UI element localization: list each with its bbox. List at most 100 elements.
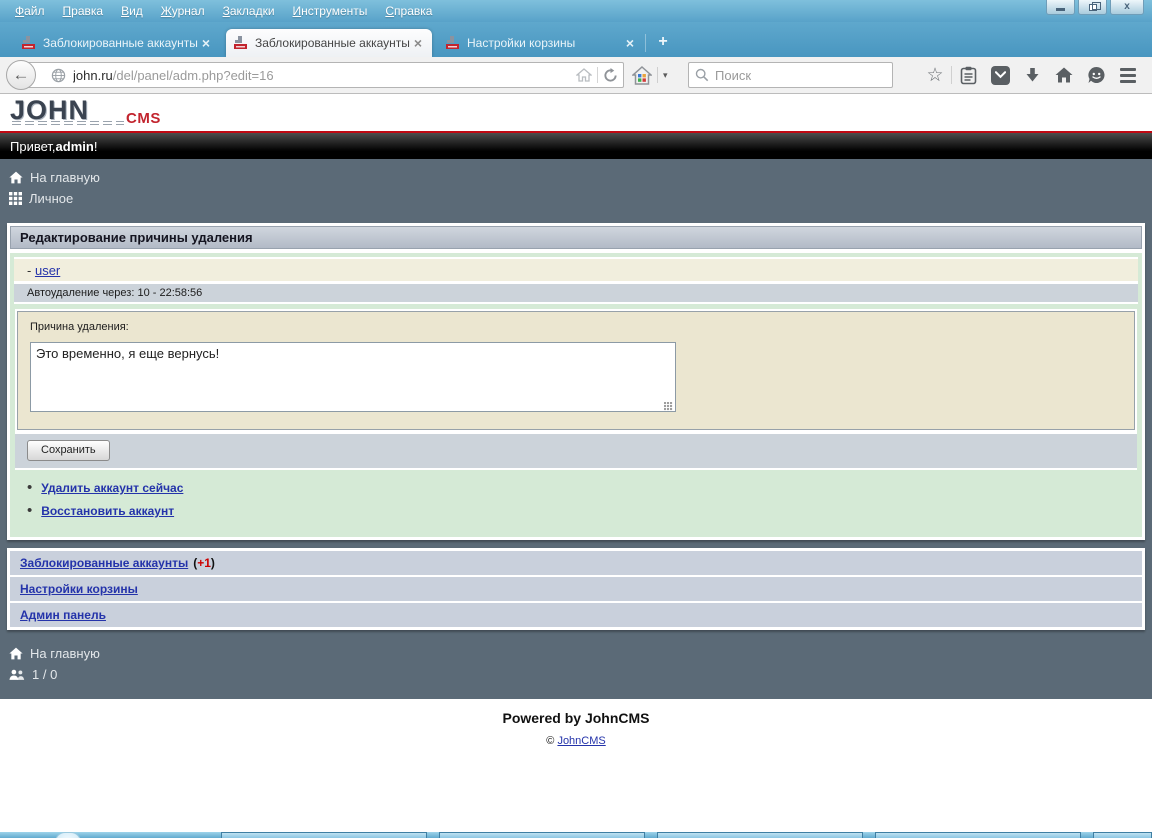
user-link[interactable]: user [35, 263, 60, 278]
bullet-icon: • [27, 483, 32, 493]
tab-title: Заблокированные аккаунты [255, 36, 411, 50]
greeting-suffix: ! [94, 139, 98, 154]
back-icon: ← [13, 65, 30, 85]
copyright-link[interactable]: JohnCMS [557, 735, 605, 747]
chevron-down-icon: ▾ [657, 67, 668, 83]
browser-toolbar: ← john.ru/del/panel/adm.php?edit=16 ▾ По… [0, 57, 1152, 94]
search-input[interactable]: Поиск [688, 62, 893, 88]
reason-textarea[interactable]: Это временно, я еще вернусь! [30, 342, 676, 412]
johncms-favicon [233, 36, 249, 50]
menu-history[interactable]: Журнал [152, 1, 214, 21]
home-icon[interactable] [1048, 62, 1080, 88]
toolbar-icons: ☆ [919, 62, 1144, 88]
taskbar-button[interactable] [657, 832, 863, 838]
tab-title: Настройки корзины [467, 36, 623, 50]
browser-tabbar: Заблокированные аккаунты × Заблокированн… [0, 22, 1152, 57]
home-icon [9, 171, 23, 184]
hamburger-menu-icon[interactable] [1112, 62, 1144, 88]
powered-by: Powered by JohnCMS [0, 699, 1152, 726]
menu-row-trash-settings[interactable]: Настройки корзины [10, 577, 1142, 601]
back-button[interactable]: ← [6, 60, 36, 90]
window-controls: x [1043, 0, 1144, 15]
download-icon[interactable] [1016, 62, 1048, 88]
panel-body: - user Автоудаление через: 10 - 22:58:56… [10, 253, 1142, 537]
menu-help[interactable]: Справка [376, 1, 441, 21]
nav-personal-link[interactable]: Личное [0, 188, 1152, 209]
tab-blocked-accounts-1[interactable]: Заблокированные аккаунты × [14, 29, 220, 57]
menu-edit[interactable]: Правка [54, 1, 113, 21]
reload-icon[interactable] [603, 68, 618, 83]
url-text[interactable]: john.ru/del/panel/adm.php?edit=16 [73, 68, 576, 83]
tab-close-icon[interactable]: × [411, 35, 425, 51]
taskbar-button[interactable] [875, 832, 1081, 838]
user-strip: - user [14, 257, 1138, 284]
os-taskbar [0, 832, 1152, 838]
nav-home-label: На главную [30, 170, 100, 185]
logo-cms-text: CMS [126, 110, 161, 127]
home-dropdown-button[interactable]: ▾ [632, 62, 680, 88]
menu-bookmarks[interactable]: Закладки [214, 1, 284, 21]
minimize-icon [1056, 8, 1065, 11]
save-button[interactable]: Сохранить [27, 440, 110, 461]
minimize-button[interactable] [1046, 0, 1075, 15]
url-path: /del/panel/adm.php?edit=16 [113, 68, 274, 83]
logo-stripes [12, 121, 124, 127]
autodelete-text: Автоудаление через: 10 - 22:58:56 [27, 287, 202, 299]
restore-account-link[interactable]: Восстановить аккаунт [41, 504, 174, 518]
tab-close-icon[interactable]: × [623, 35, 637, 51]
panel-title: Редактирование причины удаления [10, 226, 1142, 249]
menu-row-blocked[interactable]: Заблокированные аккаунты (+1) [10, 551, 1142, 575]
textarea-resize-grip[interactable] [664, 402, 673, 411]
menu-view[interactable]: Вид [112, 1, 152, 21]
reader-mode-icon[interactable] [576, 68, 592, 83]
page-content: JOHN CMS Привет, admin! На главную Лично… [0, 94, 1152, 832]
menu-tools[interactable]: Инструменты [284, 1, 377, 21]
menu-row-admin-panel[interactable]: Админ панель [10, 603, 1142, 627]
delete-now-row: • Удалить аккаунт сейчас [27, 481, 1138, 495]
reason-label: Причина удаления: [30, 321, 1122, 333]
footer-home-link[interactable]: На главную [0, 643, 1152, 664]
tab-blocked-accounts-2[interactable]: Заблокированные аккаунты × [226, 29, 432, 57]
nav-home-link[interactable]: На главную [0, 167, 1152, 188]
johncms-logo: JOHN CMS [10, 99, 1152, 127]
close-icon: x [1124, 2, 1130, 12]
blocked-accounts-link[interactable]: Заблокированные аккаунты [20, 556, 188, 570]
tab-close-icon[interactable]: × [199, 35, 213, 51]
online-counter: 1 / 0 [0, 664, 1152, 685]
greeting-bar: Привет, admin! [0, 133, 1152, 159]
start-button[interactable] [55, 832, 81, 838]
new-tab-button[interactable]: + [650, 31, 676, 53]
url-action-separator [597, 67, 598, 83]
screen: Файл Правка Вид Журнал Закладки Инструме… [0, 0, 1152, 838]
restore-account-row: • Восстановить аккаунт [27, 504, 1138, 518]
taskbar-button[interactable] [221, 832, 427, 838]
footer-home-label: На главную [30, 646, 100, 661]
admin-panel-link[interactable]: Админ панель [20, 608, 106, 622]
trash-settings-link[interactable]: Настройки корзины [20, 582, 138, 596]
blocked-count-badge: (+1) [193, 556, 215, 570]
bottom-menu: Заблокированные аккаунты (+1) Настройки … [7, 548, 1145, 630]
tab-separator [645, 34, 646, 52]
taskbar-button[interactable] [439, 832, 645, 838]
grid-icon [9, 192, 22, 205]
browser-menubar: Файл Правка Вид Журнал Закладки Инструме… [0, 0, 1152, 22]
user-prefix: - [27, 263, 31, 278]
bullet-icon: • [27, 506, 32, 516]
bookmarks-menu-icon[interactable] [952, 62, 984, 88]
bookmark-star-icon[interactable]: ☆ [919, 62, 951, 88]
pocket-icon[interactable] [984, 62, 1016, 88]
tab-trash-settings[interactable]: Настройки корзины × [438, 29, 644, 57]
globe-icon [51, 68, 66, 83]
delete-account-now-link[interactable]: Удалить аккаунт сейчас [41, 481, 183, 495]
url-bar[interactable]: john.ru/del/panel/adm.php?edit=16 [22, 62, 624, 88]
restore-icon [1089, 4, 1097, 11]
url-host: john.ru [73, 68, 113, 83]
greeting-prefix: Привет, [10, 139, 56, 154]
edit-reason-panel: Редактирование причины удаления - user А… [7, 223, 1145, 540]
restore-button[interactable] [1078, 0, 1107, 15]
taskbar-button[interactable] [1093, 832, 1152, 838]
hello-smiley-icon[interactable] [1080, 62, 1112, 88]
main-area: На главную Личное Редактирование причины… [0, 159, 1152, 699]
menu-file[interactable]: Файл [6, 1, 54, 21]
close-button[interactable]: x [1110, 0, 1144, 15]
